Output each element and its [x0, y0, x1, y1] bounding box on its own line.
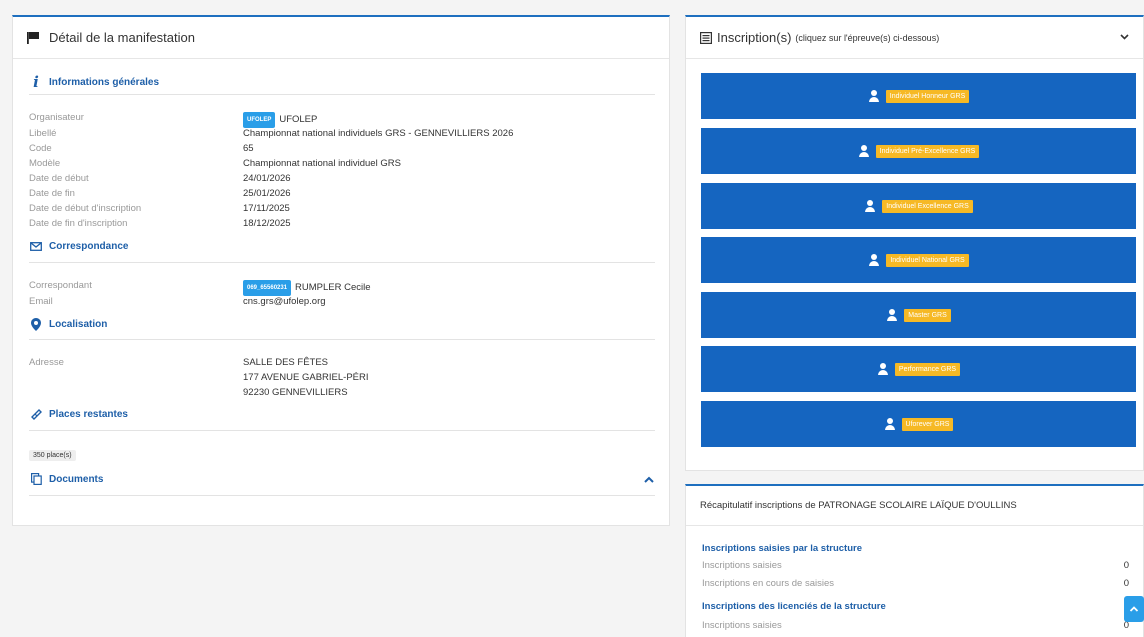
recap-label: Inscriptions saisies [702, 560, 782, 571]
user-icon [886, 309, 898, 321]
epreuve-label: Performance GRS [894, 362, 961, 376]
info-label: Date de fin [29, 188, 75, 199]
map-marker-icon [29, 318, 43, 331]
divider [29, 262, 655, 263]
inscriptions-header[interactable]: Inscription(s) (cliquez sur l'épreuve(s)… [686, 17, 1143, 59]
info-value-text: UFOLEP [279, 114, 318, 125]
chevron-down-icon[interactable] [1120, 34, 1129, 40]
epreuve-button-national[interactable]: Individuel National GRS [701, 237, 1136, 283]
recap-count: 0 [1123, 578, 1129, 589]
epreuve-button-master[interactable]: Master GRS [701, 292, 1136, 338]
general-info-section-title: i Informations générales [29, 73, 159, 91]
info-value: 069_65560231 RUMPLER Cecile [243, 280, 371, 296]
localisation-section-title: Localisation [29, 318, 107, 331]
correspondance-section-title: Correspondance [29, 241, 128, 252]
user-icon [877, 363, 889, 375]
info-label: Date de début d'inscription [29, 203, 142, 214]
recap-panel: Récapitulatif inscriptions de PATRONAGE … [685, 484, 1144, 637]
info-label: Email [29, 296, 53, 307]
copy-icon [29, 473, 43, 485]
event-detail-panel: Détail de la manifestation i Information… [12, 15, 670, 526]
recap-title: Récapitulatif inscriptions de PATRONAGE … [700, 500, 1017, 511]
inscriptions-title: Inscription(s) [717, 30, 792, 45]
info-value: 18/12/2025 [243, 218, 291, 229]
epreuve-label: Individuel National GRS [886, 253, 969, 267]
recap-header: Récapitulatif inscriptions de PATRONAGE … [686, 486, 1143, 526]
info-label: Code [29, 143, 52, 154]
recap-structure-title: Inscriptions saisies par la structure [702, 543, 862, 554]
general-info-label: Informations générales [49, 76, 160, 88]
epreuve-label: Individuel Honneur GRS [885, 89, 970, 103]
licence-tag: 069_65560231 [243, 280, 292, 296]
user-icon [884, 418, 896, 430]
epreuve-button-pre-excellence[interactable]: Individuel Pré-Excellence GRS [701, 128, 1136, 174]
federation-tag: UFOLEP [243, 112, 276, 128]
chevron-up-icon [1130, 606, 1138, 612]
localisation-label: Localisation [49, 319, 108, 330]
places-section-title: Places restantes [29, 409, 128, 420]
envelope-icon [29, 242, 43, 251]
info-label: Adresse [29, 357, 64, 368]
info-value: UFOLEP UFOLEP [243, 112, 317, 128]
correspondance-label: Correspondance [49, 241, 129, 252]
recap-row: Inscriptions en cours de saisies 0 [702, 578, 1129, 589]
address-line: 177 AVENUE GABRIEL-PÉRI [243, 372, 369, 383]
scroll-to-top-button[interactable] [1124, 596, 1144, 622]
divider [29, 94, 655, 95]
epreuve-label: Individuel Pré-Excellence GRS [875, 144, 980, 158]
info-value: Championnat national individuel GRS [243, 158, 401, 169]
epreuve-label: Individuel Excellence GRS [882, 199, 973, 213]
list-alt-icon [700, 31, 712, 44]
event-detail-title: Détail de la manifestation [49, 30, 195, 45]
info-label: Correspondant [29, 280, 92, 291]
info-value: 24/01/2026 [243, 173, 291, 184]
address-line: SALLE DES FÊTES [243, 357, 329, 368]
inscriptions-panel: Inscription(s) (cliquez sur l'épreuve(s)… [685, 15, 1144, 471]
info-value-text: RUMPLER Cecile [295, 282, 371, 293]
info-value: 25/01/2026 [243, 188, 291, 199]
recap-label: Inscriptions en cours de saisies [702, 578, 835, 589]
recap-count: 0 [1123, 560, 1129, 571]
divider [29, 430, 655, 431]
info-label: Date de fin d'inscription [29, 218, 128, 229]
info-value: Championnat national individuels GRS - G… [243, 128, 514, 139]
epreuve-button-excellence[interactable]: Individuel Excellence GRS [701, 183, 1136, 229]
epreuve-label: Master GRS [904, 308, 951, 322]
divider [29, 495, 655, 496]
recap-row: Inscriptions saisies 0 [702, 560, 1129, 571]
recap-label: Inscriptions saisies [702, 620, 782, 631]
info-label: Modèle [29, 158, 61, 169]
info-label: Date de début [29, 173, 89, 184]
info-icon: i [33, 73, 39, 91]
epreuve-button-honneur[interactable]: Individuel Honneur GRS [701, 73, 1136, 119]
inscriptions-hint: (cliquez sur l'épreuve(s) ci-dessous) [795, 32, 940, 43]
user-icon [868, 254, 880, 266]
places-remaining-badge: 350 place(s) [29, 450, 76, 461]
user-icon [864, 200, 876, 212]
user-icon [868, 90, 880, 102]
recap-licencies-title: Inscriptions des licenciés de la structu… [702, 601, 886, 612]
recap-row: Inscriptions saisies 0 [702, 620, 1129, 631]
user-icon [858, 145, 870, 157]
event-detail-header: Détail de la manifestation [13, 17, 669, 59]
documents-section-toggle[interactable]: Documents [29, 473, 103, 485]
email-value: cns.grs@ufolep.org [243, 296, 326, 307]
epreuve-button-performance[interactable]: Performance GRS [701, 346, 1136, 392]
chevron-up-icon[interactable] [644, 476, 654, 483]
epreuve-button-uforever[interactable]: Uforever GRS [701, 401, 1136, 447]
documents-label: Documents [49, 473, 104, 485]
info-label: Organisateur [29, 112, 84, 123]
flag-icon [27, 31, 39, 44]
info-value: 17/11/2025 [243, 203, 290, 214]
info-value: 65 [243, 143, 254, 154]
info-label: Libellé [29, 128, 57, 139]
address-line: 92230 GENNEVILLIERS [243, 387, 348, 398]
epreuve-label: Uforever GRS [901, 417, 954, 431]
divider [29, 339, 655, 340]
ticket-icon [29, 409, 43, 420]
places-label: Places restantes [49, 409, 128, 420]
